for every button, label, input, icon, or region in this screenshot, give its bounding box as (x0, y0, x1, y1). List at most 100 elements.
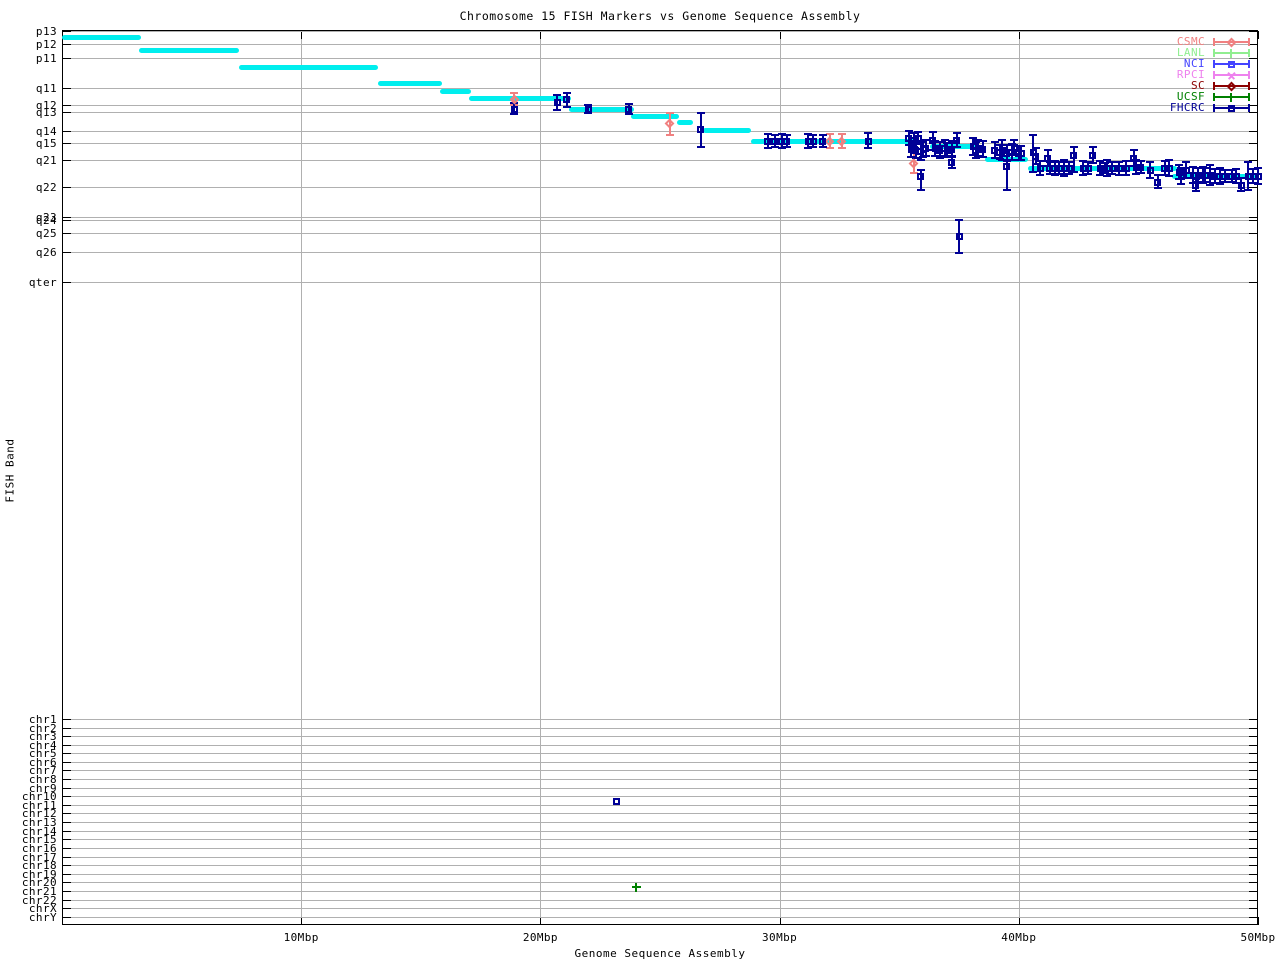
error-bar-cap (1017, 159, 1025, 161)
glyph-bar-v (1230, 93, 1232, 102)
square-marker (1109, 165, 1116, 172)
error-bar-cap (917, 189, 925, 191)
square-marker (625, 106, 632, 113)
legend-sample-cap (1248, 93, 1250, 101)
square-marker (819, 138, 826, 145)
error-bar-cap (1216, 183, 1224, 185)
error-bar-cap (826, 133, 834, 135)
error-bar-cap (1182, 161, 1190, 163)
error-bar-cap (1044, 149, 1052, 151)
square-marker (948, 146, 955, 153)
x-tick-bottom (1258, 917, 1259, 925)
assembly-segment-q13 (677, 120, 694, 125)
square-marker (1166, 165, 1173, 172)
legend-sample-cap (1213, 82, 1215, 90)
error-bar-cap (1146, 161, 1154, 163)
error-bar-cap (1177, 183, 1185, 185)
glyph-bar-v (635, 883, 637, 892)
legend-sample-cap (1248, 38, 1250, 46)
legend-sample-cap (1248, 104, 1250, 112)
square-marker (1233, 173, 1240, 180)
band-label: q13 (0, 107, 57, 118)
error-bar-cap (1017, 145, 1025, 147)
error-bar-cap (979, 140, 987, 142)
square-marker (1183, 167, 1190, 174)
square-marker (1037, 165, 1044, 172)
plot-border (62, 30, 1258, 925)
square-marker (764, 138, 771, 145)
error-bar-cap (666, 112, 674, 114)
square-marker (1066, 165, 1073, 172)
legend-sample-cap (1213, 60, 1215, 68)
assembly-segment-q13 (631, 114, 679, 119)
error-bar-cap (922, 155, 930, 157)
error-bar-cap (1244, 161, 1252, 163)
band-label: q14 (0, 126, 57, 137)
square-marker (585, 106, 592, 113)
square-marker (613, 798, 620, 805)
legend-sample-cap (1213, 93, 1215, 101)
square-marker (865, 138, 872, 145)
error-bar-cap (948, 167, 956, 169)
square-marker (917, 173, 924, 180)
legend-label-rpci: RPCI (1100, 69, 1205, 80)
error-bar-cap (953, 132, 961, 134)
error-bar-cap (1003, 189, 1011, 191)
plus-marker (1227, 93, 1236, 102)
error-bar-cap (1165, 159, 1173, 161)
square-marker (922, 145, 929, 152)
error-bar-cap (1254, 167, 1262, 169)
square-marker (956, 233, 963, 240)
error-bar-cap (697, 112, 705, 114)
assembly-segment-q11 (378, 81, 443, 86)
square-marker (953, 137, 960, 144)
legend-sample-cap (1248, 82, 1250, 90)
legend-sample-cap (1213, 49, 1215, 57)
error-bar-cap (809, 146, 817, 148)
error-bar-cap (553, 94, 561, 96)
band-label: q26 (0, 247, 57, 258)
error-bar-cap (917, 159, 925, 161)
x-tick-label: 10Mbp (266, 932, 336, 943)
square-marker (1228, 61, 1235, 68)
error-bar-cap (1103, 175, 1111, 177)
error-bar-cap (955, 219, 963, 221)
error-bar-cap (1137, 172, 1145, 174)
square-marker (979, 146, 986, 153)
square-marker (1003, 163, 1010, 170)
square-marker (783, 138, 790, 145)
error-bar-cap (838, 133, 846, 135)
error-bar-cap (998, 139, 1006, 141)
square-marker (771, 138, 778, 145)
x-tick-label: 20Mbp (505, 932, 575, 943)
square-marker (1044, 155, 1051, 162)
error-bar-cap (553, 109, 561, 111)
error-bar-cap (563, 106, 571, 108)
square-marker (1116, 165, 1123, 172)
square-marker (511, 106, 518, 113)
error-bar-cap (1154, 187, 1162, 189)
error-bar-cap (1244, 189, 1252, 191)
x-tick-top (1258, 31, 1259, 39)
error-bar-cap (1254, 183, 1262, 185)
x-tick-label: 30Mbp (745, 932, 815, 943)
band-label: q15 (0, 138, 57, 149)
square-marker (929, 137, 936, 144)
error-bar-cap (1070, 146, 1078, 148)
error-bar-cap (666, 134, 674, 136)
fish-marker-chart: Chromosome 15 FISH Markers vs Genome Seq… (0, 0, 1280, 960)
square-marker (697, 126, 704, 133)
plus-marker (1227, 49, 1236, 58)
chr-label: chrY (0, 912, 57, 923)
square-marker (554, 99, 561, 106)
glyph-bar-v (1230, 49, 1232, 58)
error-bar-cap (826, 147, 834, 149)
x-tick-label: 50Mbp (1223, 932, 1280, 943)
error-bar-cap (864, 147, 872, 149)
square-marker (1032, 153, 1039, 160)
band-label: qter (0, 277, 57, 288)
error-bar-cap (991, 141, 999, 143)
square-marker (1154, 179, 1161, 186)
error-bar-cap (955, 252, 963, 254)
square-marker (915, 135, 922, 142)
